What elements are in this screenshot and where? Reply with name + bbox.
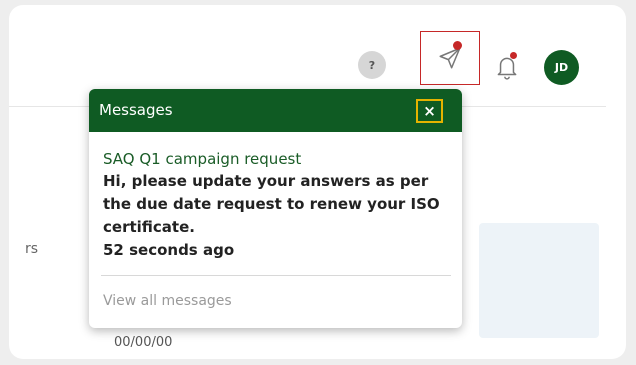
popup-header: Messages × (89, 89, 462, 132)
help-icon: ? (368, 58, 376, 72)
background-panel (479, 223, 599, 338)
messages-unread-dot (453, 41, 462, 50)
messages-popup: Messages × SAQ Q1 campaign request Hi, p… (89, 89, 462, 328)
avatar-initials: JD (554, 61, 569, 74)
close-button[interactable]: × (416, 99, 443, 123)
app-frame: ? JD rs 00/00/00 Messages × SAQ Q1 campa… (9, 5, 626, 359)
popup-title: Messages (99, 101, 173, 119)
notifications-button[interactable] (491, 49, 523, 85)
message-item[interactable]: SAQ Q1 campaign request Hi, please updat… (103, 148, 448, 262)
help-button[interactable]: ? (358, 51, 386, 79)
message-time: 52 seconds ago (103, 241, 235, 259)
message-body: Hi, please update your answers as per th… (103, 172, 440, 236)
avatar[interactable]: JD (544, 50, 579, 85)
notifications-dot (510, 52, 517, 59)
close-icon: × (423, 102, 436, 120)
background-date: 00/00/00 (114, 335, 173, 350)
messages-button[interactable] (420, 31, 480, 85)
message-title[interactable]: SAQ Q1 campaign request (103, 148, 448, 170)
view-all-messages-link[interactable]: View all messages (103, 293, 232, 309)
background-label: rs (25, 241, 39, 257)
popup-divider (101, 275, 451, 276)
